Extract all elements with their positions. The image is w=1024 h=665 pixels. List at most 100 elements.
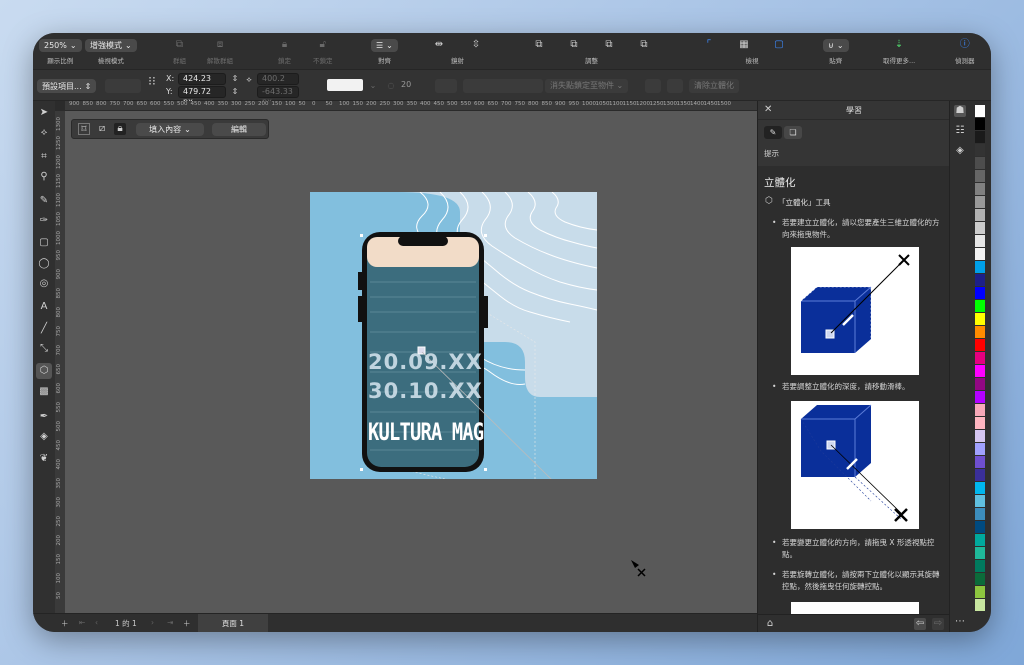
spiral-tool-icon[interactable]: ◎ [36,276,52,292]
color-swatch[interactable] [975,586,985,598]
pick-tool-icon[interactable]: ➤ [36,105,52,121]
eyedropper-tool-icon[interactable]: ✒ [36,409,52,425]
clear-extrude-button[interactable]: 清除立體化 [689,79,739,93]
properties-docker-icon[interactable]: ☷ [954,125,966,137]
first-page-icon[interactable]: ⇤ [79,618,85,627]
color-swatch[interactable] [975,599,985,611]
color-swatch[interactable] [975,313,985,325]
color-swatch[interactable] [975,521,985,533]
rectangle-tool-icon[interactable]: ▢ [36,235,52,251]
pattern-tool-icon[interactable]: ▩ [36,384,52,400]
get-more-icon[interactable]: ⇣ [893,39,905,51]
page-tab[interactable]: 頁面 1 [198,614,268,632]
simplify-icon[interactable]: ⧉ [638,39,650,51]
line-tool-icon[interactable]: ╱ [36,321,52,337]
weld-icon[interactable]: ⧉ [533,39,545,51]
fill-tool-icon[interactable]: ◈ [36,429,52,445]
frame-icon[interactable]: ⌑ [78,123,90,135]
color-swatch[interactable] [975,157,985,169]
preset-select[interactable]: 預設項目... ⇕ [37,79,97,93]
snap-select[interactable]: ⊍ ⌄ [823,38,849,52]
mirror-vertical-icon[interactable]: ⇳ [470,39,482,51]
color-swatch[interactable] [975,261,985,273]
fill-content-select[interactable]: 填入內容 ⌄ [136,123,204,136]
add-page-right-icon[interactable]: ＋ [183,618,191,629]
date-line-1[interactable]: 20.09.XX [368,350,483,374]
lock-icon[interactable]: 🔒︎ [279,39,291,51]
guides-icon[interactable]: ⌜ [703,39,715,51]
preset-add-remove[interactable] [105,79,141,93]
color-swatch[interactable] [975,508,985,520]
last-page-icon[interactable]: ⇥ [167,618,173,627]
color-swatch[interactable] [975,352,985,364]
layers-docker-icon[interactable]: ◈ [954,145,966,157]
x-position-input[interactable]: 424.23 px [178,73,226,93]
trim-icon[interactable]: ⧉ [568,39,580,51]
y-position-input[interactable]: 479.72 px [178,86,226,106]
color-swatch[interactable] [975,248,985,260]
color-swatch[interactable] [975,144,985,156]
ungroup-icon[interactable]: ⧈ [214,39,226,51]
learn-docker-icon[interactable]: ☗ [954,105,966,117]
zoom-select[interactable]: 250% ⌄ [39,38,82,52]
more-icon[interactable]: ⋯ [954,616,966,628]
color-swatch[interactable] [975,274,985,286]
lighting-button[interactable] [667,79,683,93]
vanishing-y-input[interactable]: -643.33 px [257,86,299,106]
color-swatch[interactable] [975,482,985,494]
bleed-icon[interactable]: ▢ [773,39,785,51]
color-swatch[interactable] [975,443,985,455]
back-icon[interactable]: ⇦ [914,618,926,630]
color-swatch[interactable] [975,534,985,546]
color-swatch[interactable] [975,326,985,338]
vanishing-x-input[interactable]: 400.2 px [257,73,299,93]
next-page-icon[interactable]: › [151,618,154,627]
document-page[interactable]: 20.09.XX 30.10.XX KULTURA MAG [310,192,597,479]
smart-fill-tool-icon[interactable]: ❦ [36,451,52,467]
lock-icon[interactable]: 🔒︎ [114,123,126,135]
rotation-controls[interactable] [463,79,543,93]
canvas[interactable]: ⌑ ⧄ 🔒︎ 填入內容 ⌄ 編輯 20.09.XX 30.10.XX KULTU… [65,111,757,613]
home-icon[interactable]: ⌂ [764,618,776,630]
zoom-tool-icon[interactable]: ⚲ [36,169,52,185]
info-icon[interactable]: ⓘ [959,39,971,51]
view-mode-select[interactable]: 增強模式 ⌄ [85,38,137,52]
edit-button[interactable]: 編輯 [212,123,266,136]
shape-tool-icon[interactable]: ⟡ [36,125,52,141]
tab-tutorials[interactable]: ❏ [784,126,802,139]
add-page-left-icon[interactable]: ＋ [61,618,69,629]
color-swatch[interactable] [975,495,985,507]
depth-stepper[interactable] [435,79,457,93]
color-swatch[interactable] [975,547,985,559]
color-swatch[interactable] [975,365,985,377]
color-swatch[interactable] [975,560,985,572]
color-swatch[interactable] [975,183,985,195]
color-swatch[interactable] [975,339,985,351]
color-swatch[interactable] [975,404,985,416]
vertical-ruler[interactable]: 1300 1250 1200 1150 1100 1050 1000 950 900 850 800… [55,111,65,613]
forward-icon[interactable]: ⇨ [932,618,944,630]
x-stepper[interactable]: ⇕ [229,73,241,85]
align-select[interactable]: ☰ ⌄ [371,38,398,52]
depth-count-input[interactable]: 20 [401,80,411,89]
color-swatch[interactable] [975,300,985,312]
tab-hints[interactable]: ✎ [764,126,782,139]
color-swatch[interactable] [975,456,985,468]
magazine-title[interactable]: KULTURA MAG [368,418,484,446]
color-swatch[interactable] [975,235,985,247]
color-swatch[interactable] [975,209,985,221]
extrude-type-swatch[interactable] [327,79,363,91]
extrude-type-select[interactable]: ⌄ [367,80,379,92]
ellipse-tool-icon[interactable]: ◯ [36,256,52,272]
color-swatch[interactable] [975,287,985,299]
color-swatch[interactable] [975,118,985,130]
copy-vanishing-button[interactable] [645,79,661,93]
artistic-media-tool-icon[interactable]: ✑ [36,213,52,229]
grid-icon[interactable]: ▦ [738,39,750,51]
color-swatch[interactable] [975,105,985,117]
mirror-horizontal-icon[interactable]: ⇹ [433,39,445,51]
color-swatch[interactable] [975,391,985,403]
y-stepper[interactable]: ⇕ [229,86,241,98]
vanishing-point-select[interactable]: 消失點鎖定至物件 ⌄ [545,79,629,93]
group-icon[interactable]: ⧉ [174,39,186,51]
